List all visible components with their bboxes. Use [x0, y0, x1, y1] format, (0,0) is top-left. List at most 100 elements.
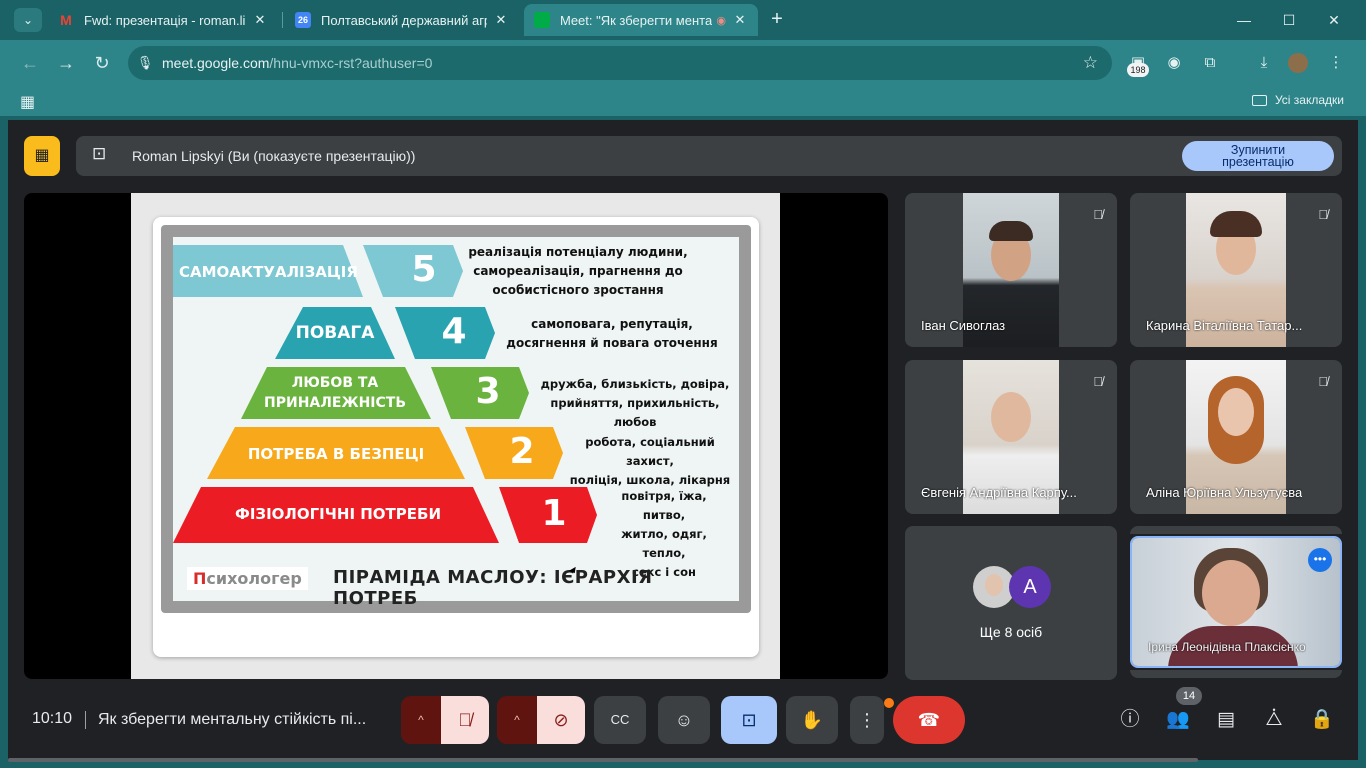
close-icon[interactable]: ✕	[732, 12, 748, 28]
present-screen-button[interactable]: ⊡	[721, 696, 777, 744]
participant-tile[interactable]: 🎙̸ Євгенія Андріївна Карпу...	[905, 360, 1117, 514]
back-button[interactable]: ←	[18, 51, 42, 75]
minimize-button[interactable]: —	[1232, 8, 1256, 32]
activities-icon[interactable]: ⧊	[1260, 706, 1288, 734]
participant-tile[interactable]: 🎙̸ Аліна Юріївна Ульзутуєва	[1130, 360, 1342, 514]
tier-2-label: ПОТРЕБА В БЕЗПЕЦІ	[247, 445, 425, 463]
notification-dot	[884, 698, 894, 708]
forward-button[interactable]: →	[54, 51, 78, 75]
meeting-info-icon[interactable]: ⓘ	[1116, 706, 1144, 734]
horizontal-scrollbar[interactable]	[8, 758, 1198, 762]
more-options-button[interactable]: ⋮	[850, 696, 884, 744]
all-bookmarks-label: Усі закладки	[1274, 93, 1344, 107]
tab-gmail[interactable]: M Fwd: презентація - roman.lipsk ✕	[48, 4, 278, 36]
leave-call-button[interactable]: ☎	[893, 696, 965, 744]
bookmarks-bar: ▦ Усі закладки	[0, 86, 1366, 116]
participant-name: Євгенія Андріївна Карпу...	[921, 485, 1077, 500]
presentation-stage: САМОАКТУАЛІЗАЦІЯ ПОВАГА ЛЮБОВ ТА ПРИНАЛЕЖ…	[24, 193, 888, 679]
participant-hair	[1210, 211, 1262, 237]
raise-hand-button[interactable]: ✋	[786, 696, 838, 744]
tab-search-button[interactable]: ⌄	[14, 8, 42, 32]
divider	[85, 711, 86, 729]
slide-frame: САМОАКТУАЛІЗАЦІЯ ПОВАГА ЛЮБОВ ТА ПРИНАЛЕЖ…	[161, 225, 751, 613]
participant-name: Іван Сивоглаз	[921, 318, 1006, 333]
self-face	[1202, 560, 1260, 626]
stop-presenting-button[interactable]: Зупинити презентацію	[1182, 141, 1334, 171]
tab-strip: ⌄ M Fwd: презентація - roman.lipsk ✕ 26 …	[0, 0, 1366, 40]
meet-icon	[534, 12, 550, 28]
browser-window: ⌄ M Fwd: презентація - roman.lipsk ✕ 26 …	[0, 0, 1366, 768]
tab-calendar[interactable]: 26 Полтавський державний аграр ✕	[285, 4, 519, 36]
presenting-text: Roman Lipskyi (Ви (показуєте презентацію…	[132, 148, 416, 164]
apps-grid-icon[interactable]: ▦	[20, 92, 35, 112]
tier-5-number: 5	[411, 249, 437, 290]
tier-3-label: ЛЮБОВ ТА ПРИНАЛЕЖНІСТЬ	[264, 375, 406, 411]
meeting-clock: 10:10	[32, 710, 73, 727]
tier-4-number: 4	[441, 311, 467, 352]
reload-button[interactable]: ↻	[90, 51, 114, 75]
menu-dots-icon[interactable]: ⋮	[1324, 51, 1348, 75]
participant-face	[991, 392, 1031, 442]
maximize-button[interactable]: ☐	[1277, 8, 1301, 32]
tile-edge	[1130, 526, 1342, 534]
avatar-face	[985, 574, 1003, 596]
tab-title: Meet: "Як зберегти ментал	[560, 12, 713, 28]
chat-icon[interactable]: ▤	[1212, 706, 1240, 734]
tier-2-description: робота, соціальний захист, поліція, школа…	[569, 435, 731, 487]
site-info-icon[interactable]: 🎙	[128, 55, 162, 71]
captions-button[interactable]: CC	[594, 696, 646, 744]
mic-off-icon: 🎙̸	[1093, 374, 1103, 389]
tier-3-description: дружба, близькість, довіра, прийняття, пр…	[540, 377, 730, 429]
close-icon[interactable]: ✕	[493, 12, 509, 28]
slide-card: САМОАКТУАЛІЗАЦІЯ ПОВАГА ЛЮБОВ ТА ПРИНАЛЕЖ…	[153, 217, 759, 657]
extensions-puzzle-icon[interactable]: ⧉	[1198, 51, 1222, 75]
video-options-button[interactable]: ^	[497, 696, 537, 744]
self-name: Ірина Леонідівна Плаксієнко	[1148, 640, 1306, 654]
slide: САМОАКТУАЛІЗАЦІЯ ПОВАГА ЛЮБОВ ТА ПРИНАЛЕЖ…	[131, 193, 780, 679]
more-options-icon[interactable]: •••	[1308, 548, 1332, 572]
url-text: meet.google.com/hnu-vmxc-rst?authuser=0	[162, 55, 433, 71]
participant-avatar-letter: A	[1009, 566, 1051, 608]
people-icon[interactable]: 👥	[1164, 706, 1192, 734]
tier-4-description: самоповага, репутація, досягнення й поваг…	[506, 317, 718, 350]
profile-avatar[interactable]	[1288, 53, 1308, 73]
people-count-badge: 14	[1176, 687, 1202, 705]
slide-content: САМОАКТУАЛІЗАЦІЯ ПОВАГА ЛЮБОВ ТА ПРИНАЛЕЖ…	[173, 237, 739, 609]
download-icon[interactable]: ⤓	[1252, 51, 1276, 75]
tier-1-label: ФІЗІОЛОГІЧНІ ПОТРЕБИ	[234, 505, 442, 523]
mic-off-icon: 🎙̸	[1093, 207, 1103, 222]
self-view-tile[interactable]: ••• Ірина Леонідівна Плаксієнко	[1130, 536, 1342, 668]
audio-options-button[interactable]: ^	[401, 696, 441, 744]
tier-2-number: 2	[509, 431, 535, 472]
participant-tile[interactable]: 🎙̸ Іван Сивоглаз	[905, 193, 1117, 347]
browser-toolbar: ← → ↻ 🎙 meet.google.com/hnu-vmxc-rst?aut…	[0, 40, 1366, 86]
tab-divider	[282, 12, 283, 28]
meeting-title: Як зберегти ментальну стійкість пі...	[98, 711, 367, 728]
tier-5-description: реалізація потенціалу людини, самореаліза…	[468, 245, 688, 297]
mic-off-button[interactable]: 🎙̸	[441, 696, 489, 744]
extension-icon-2[interactable]: ◉	[1162, 51, 1186, 75]
mic-off-icon: 🎙̸	[1318, 207, 1328, 222]
more-participants-tile[interactable]: A Ще 8 осіб	[905, 526, 1117, 680]
reactions-button[interactable]: ☺	[658, 696, 710, 744]
close-icon[interactable]: ✕	[252, 12, 268, 28]
bookmark-star-icon[interactable]: ☆	[1083, 53, 1098, 73]
tier-4-label: ПОВАГА	[295, 323, 375, 343]
meet-app: ▦ ⊡ Roman Lipskyi (Ви (показуєте презент…	[8, 120, 1358, 762]
more-participants-label: Ще 8 осіб	[979, 624, 1043, 640]
calendar-icon: 26	[295, 12, 311, 28]
host-controls-icon[interactable]: 🔒	[1308, 706, 1336, 734]
new-tab-button[interactable]: +	[766, 8, 788, 32]
close-window-button[interactable]: ✕	[1322, 8, 1346, 32]
tile-edge	[1130, 670, 1342, 678]
folder-icon	[1251, 94, 1267, 106]
participant-tile[interactable]: 🎙̸ Карина Віталіївна Татар...	[1130, 193, 1342, 347]
participant-hair	[989, 221, 1033, 241]
tab-meet[interactable]: Meet: "Як зберегти ментал ◉ ✕	[524, 4, 758, 36]
participant-name: Аліна Юріївна Ульзутуєва	[1146, 485, 1303, 500]
psychologer-logo: Психологер	[187, 567, 308, 590]
address-bar[interactable]: 🎙 meet.google.com/hnu-vmxc-rst?authuser=…	[128, 46, 1112, 80]
camera-off-button[interactable]: ⊘	[537, 696, 585, 744]
all-bookmarks-button[interactable]: Усі закладки	[1251, 93, 1344, 107]
presentation-layout-icon[interactable]: ▦	[24, 136, 60, 176]
